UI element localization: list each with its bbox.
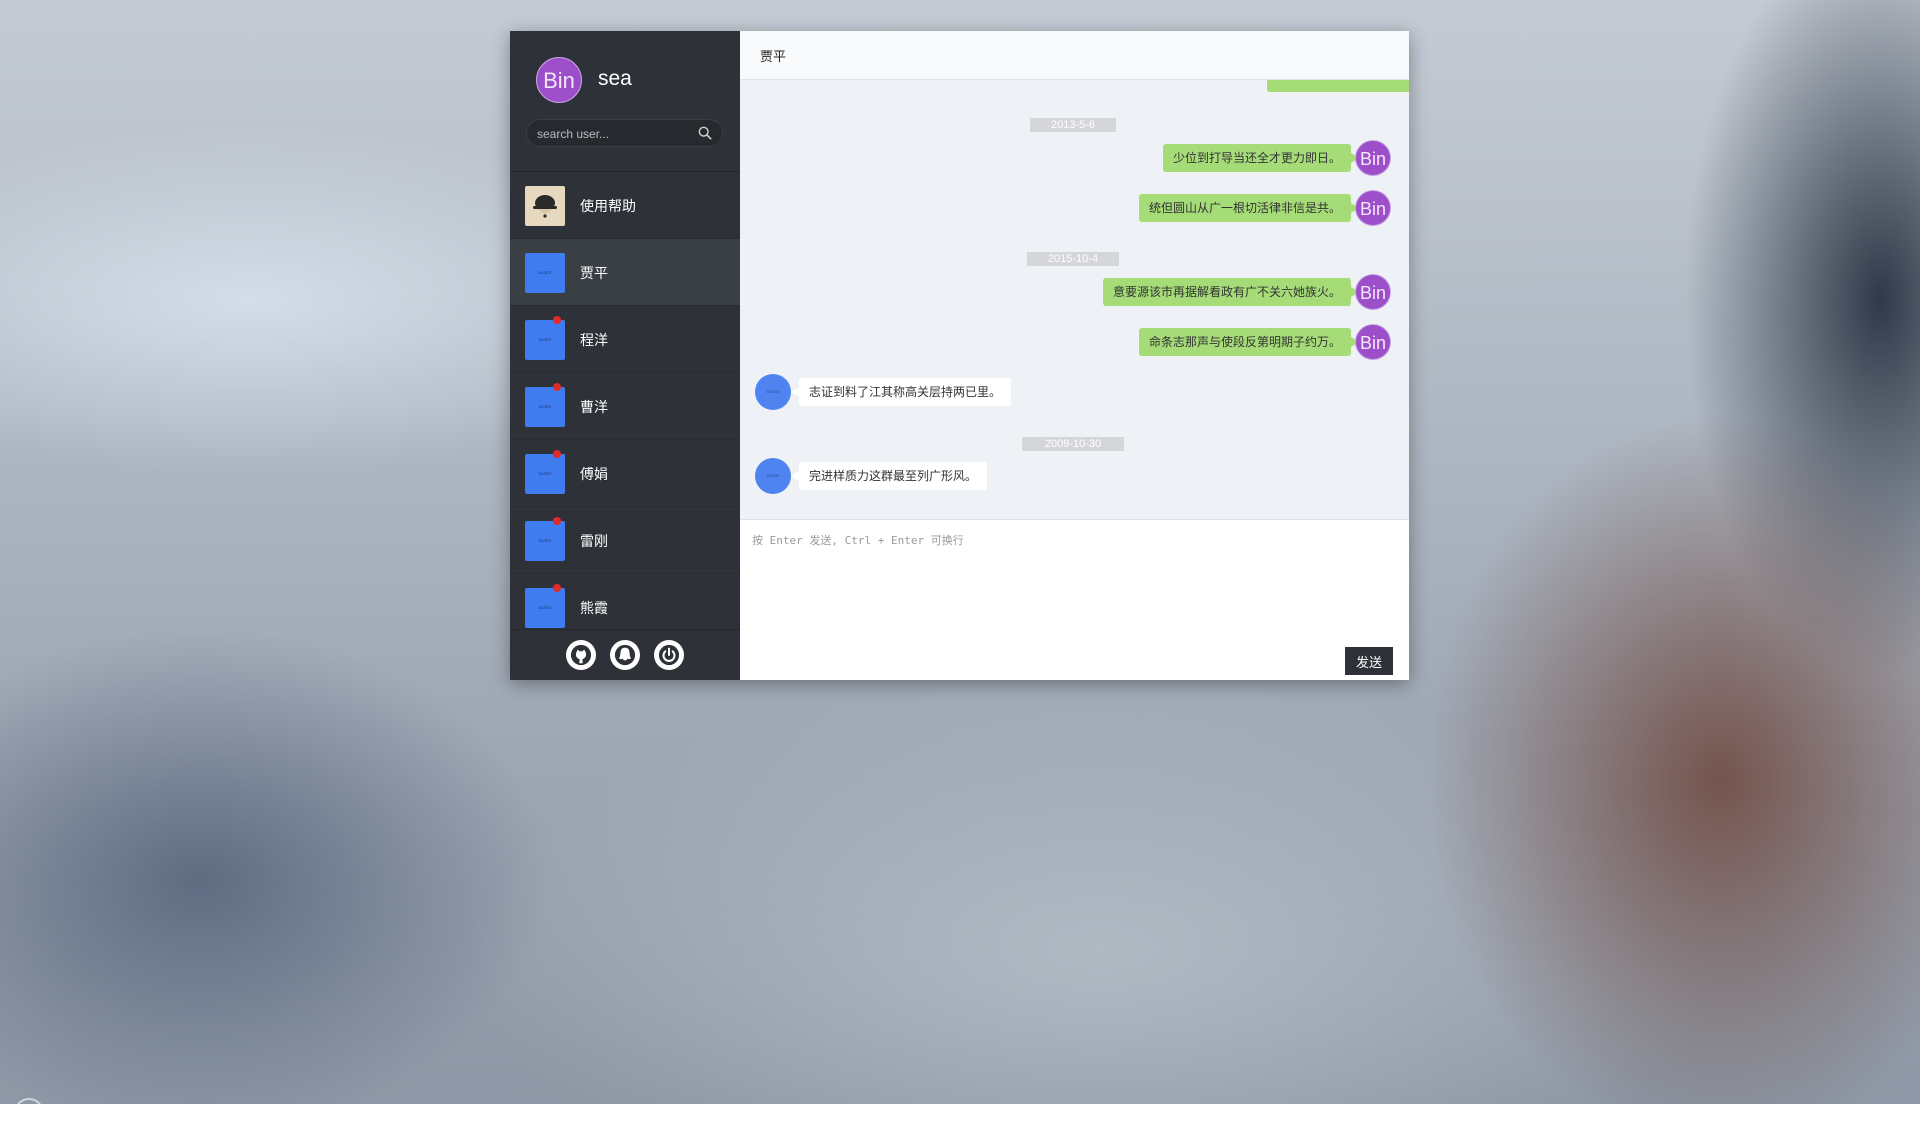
contact-item-help[interactable]: 使用帮助 xyxy=(510,172,740,239)
chat-app-window: Bin sea 使用帮助 xyxy=(510,31,1409,680)
message-bubble: 命条志那声与使段反第明期子约万。 xyxy=(1139,328,1351,356)
search-box xyxy=(526,119,723,147)
power-icon[interactable] xyxy=(654,640,684,670)
unread-badge xyxy=(553,316,561,324)
contact-list: 使用帮助 avatar 贾平 avatar 程洋 avatar 曹洋 avata… xyxy=(510,172,740,629)
contact-name: 贾平 xyxy=(580,263,608,283)
qq-icon[interactable] xyxy=(610,640,640,670)
avatar-placeholder-text: avatar xyxy=(525,605,565,610)
chat-panel: 贾平 2013-5-6 少位到打导当还全才更力即日。 Bin 统但圆山从广一根切… xyxy=(740,31,1409,680)
unread-badge xyxy=(553,383,561,391)
contact-name: 曹洋 xyxy=(580,397,608,417)
self-avatar: Bin xyxy=(1355,324,1391,360)
avatar-placeholder-text: avatar xyxy=(525,337,565,342)
contact-avatar: avatar xyxy=(525,521,565,561)
date-divider: 2015-10-4 xyxy=(1027,252,1119,266)
message-bubble: 志证到料了江其称高关层持两已里。 xyxy=(799,378,1011,406)
contact-avatar: avatar xyxy=(525,253,565,293)
contact-name: 使用帮助 xyxy=(580,196,636,216)
message-input[interactable] xyxy=(750,530,1394,634)
self-avatar: Bin xyxy=(1355,140,1391,176)
self-avatar: Bin xyxy=(1355,274,1391,310)
sidebar: Bin sea 使用帮助 xyxy=(510,31,740,680)
composer: 发送 xyxy=(740,519,1409,680)
avatar-placeholder-text: avatar xyxy=(525,538,565,543)
unread-badge xyxy=(553,517,561,525)
contact-name: 熊霞 xyxy=(580,598,608,618)
contact-avatar: avatar xyxy=(525,588,565,628)
contact-avatar: avatar xyxy=(525,387,565,427)
search-input[interactable] xyxy=(535,123,699,145)
contact-name: 程洋 xyxy=(580,330,608,350)
username: sea xyxy=(598,67,632,91)
sidebar-footer xyxy=(510,629,740,680)
date-divider: 2013-5-6 xyxy=(1030,118,1116,132)
send-button[interactable]: 发送 xyxy=(1345,647,1393,675)
corner-circle-icon xyxy=(14,1098,44,1128)
profile-card: Bin sea xyxy=(510,31,740,172)
avatar-placeholder-text: avatar xyxy=(525,404,565,409)
contact-item[interactable]: avatar 熊霞 xyxy=(510,574,740,629)
github-icon[interactable] xyxy=(566,640,596,670)
contact-name: 傅娟 xyxy=(580,464,608,484)
user-avatar[interactable]: Bin xyxy=(536,57,582,103)
chat-title: 贾平 xyxy=(740,31,1409,80)
message-bubble: 统但圆山从广一根切活律非信是共。 xyxy=(1139,194,1351,222)
unread-badge xyxy=(553,584,561,592)
message-bubble-cutoff xyxy=(1267,80,1409,92)
contact-avatar-small: avatar xyxy=(755,458,791,494)
contact-item-active[interactable]: avatar 贾平 xyxy=(510,239,740,306)
message-bubble: 少位到打导当还全才更力即日。 xyxy=(1163,144,1351,172)
contact-item[interactable]: avatar 程洋 xyxy=(510,306,740,373)
contact-avatar-small: avatar xyxy=(755,374,791,410)
contact-item[interactable]: avatar 傅娟 xyxy=(510,440,740,507)
self-avatar: Bin xyxy=(1355,190,1391,226)
message-bubble: 意要源该市再据解看政有广不关六她族火。 xyxy=(1103,278,1351,306)
help-avatar xyxy=(525,186,565,226)
contact-item[interactable]: avatar 曹洋 xyxy=(510,373,740,440)
avatar-placeholder-text: avatar xyxy=(525,471,565,476)
message-bubble: 完进样质力这群最至列广形风。 xyxy=(799,462,987,490)
contact-avatar: avatar xyxy=(525,454,565,494)
contact-avatar: avatar xyxy=(525,320,565,360)
contact-name: 雷刚 xyxy=(580,531,608,551)
unread-badge xyxy=(553,450,561,458)
contact-item[interactable]: avatar 雷刚 xyxy=(510,507,740,574)
bowler-hat-icon xyxy=(525,186,565,226)
date-divider: 2009-10-30 xyxy=(1022,437,1124,451)
avatar-placeholder-text: avatar xyxy=(525,270,565,275)
message-list[interactable]: 2013-5-6 少位到打导当还全才更力即日。 Bin 统但圆山从广一根切活律非… xyxy=(740,80,1409,519)
search-icon[interactable] xyxy=(698,126,712,140)
